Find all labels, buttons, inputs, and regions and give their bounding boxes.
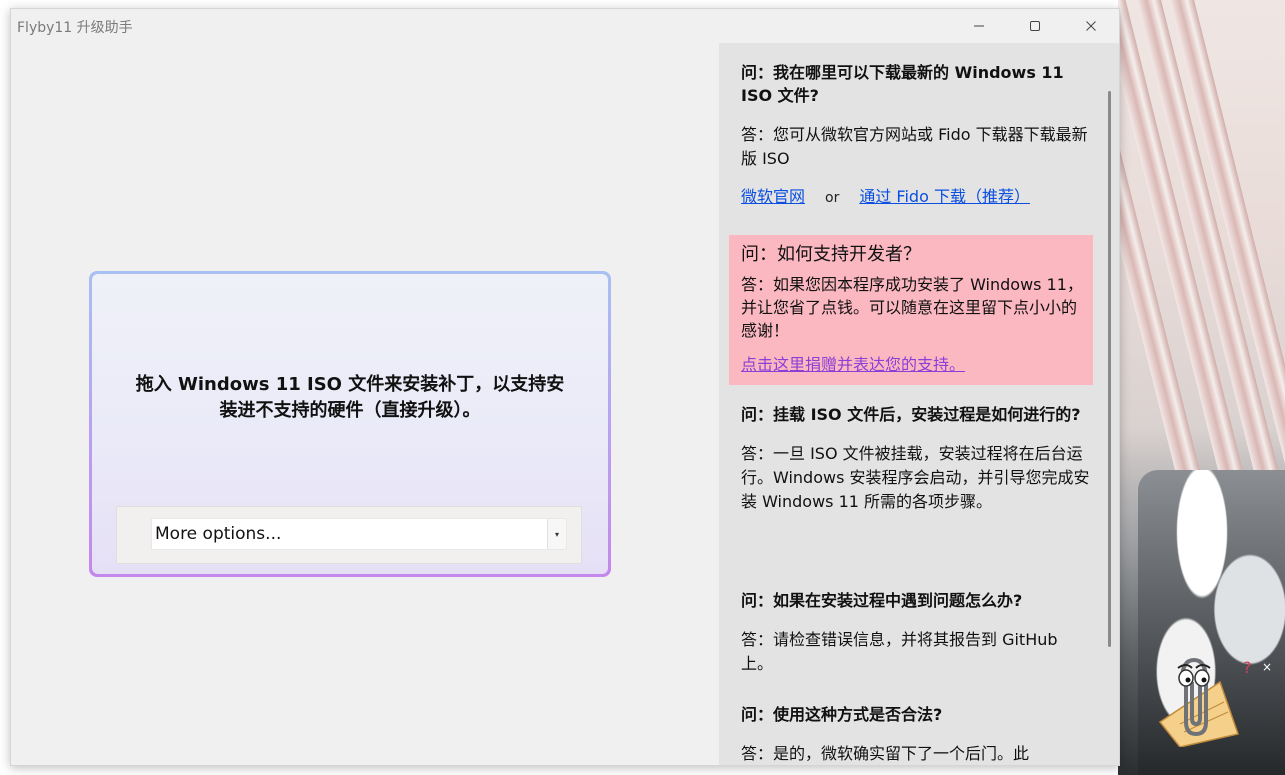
close-button[interactable]	[1063, 9, 1119, 43]
assistant-help-icon[interactable]: ?	[1243, 658, 1252, 677]
faq-item-download: 问：我在哪里可以下载最新的 Windows 11 ISO 文件? 答：您可从微软…	[741, 61, 1091, 210]
faq-question: 问：我在哪里可以下载最新的 Windows 11 ISO 文件?	[741, 63, 1064, 105]
more-options-dropdown[interactable]: More options... ▾	[151, 518, 567, 550]
donate-link[interactable]: 点击这里捐赠并表达您的支持。	[741, 351, 965, 375]
app-window: Flyby11 升级助手 拖入 Windows 11 ISO 文件来安装补丁，以…	[10, 8, 1120, 766]
more-options-value: More options...	[155, 524, 282, 544]
faq-panel[interactable]: 问：我在哪里可以下载最新的 Windows 11 ISO 文件? 答：您可从微软…	[719, 43, 1119, 765]
options-panel: More options... ▾	[116, 506, 582, 564]
iso-drop-zone[interactable]: 拖入 Windows 11 ISO 文件来安装补丁，以支持安装进不支持的硬件（直…	[89, 271, 611, 577]
faq-scrollbar[interactable]	[1108, 91, 1111, 647]
close-icon	[1086, 21, 1096, 31]
drop-area-pane: 拖入 Windows 11 ISO 文件来安装补丁，以支持安装进不支持的硬件（直…	[11, 43, 719, 765]
faq-item-legality: 问：使用这种方式是否合法? 答：是的，微软确实留下了一个后门。此	[741, 703, 1091, 765]
maximize-icon	[1030, 21, 1040, 31]
faq-answer: 答：是的，微软确实留下了一个后门。此	[741, 744, 1030, 763]
minimize-button[interactable]	[951, 9, 1007, 43]
assistant-close-icon[interactable]: ×	[1262, 660, 1272, 674]
faq-question: 问：如何支持开发者？	[741, 244, 921, 265]
or-separator: or	[825, 190, 840, 206]
faq-question: 问：如果在安装过程中遇到问题怎么办?	[741, 591, 1023, 610]
title-bar[interactable]: Flyby11 升级助手	[11, 9, 1119, 43]
faq-answer: 答：如果您因本程序成功安装了 Windows 11，并让您省了点钱。可以随意在这…	[741, 275, 1083, 340]
donate-section: 问：如何支持开发者？ 答：如果您因本程序成功安装了 Windows 11，并让您…	[729, 235, 1093, 385]
fido-download-link[interactable]: 通过 Fido 下载（推荐）	[859, 187, 1030, 206]
faq-item-problems: 问：如果在安装过程中遇到问题怎么办? 答：请检查错误信息，并将其报告到 GitH…	[741, 589, 1091, 676]
drop-instruction: 拖入 Windows 11 ISO 文件来安装补丁，以支持安装进不支持的硬件（直…	[135, 374, 565, 421]
download-links: 微软官网 or 通过 Fido 下载（推荐）	[741, 185, 1091, 210]
maximize-button[interactable]	[1007, 9, 1063, 43]
faq-item-install-process: 问：挂载 ISO 文件后，安装过程是如何进行的? 答：一旦 ISO 文件被挂载，…	[741, 403, 1091, 514]
faq-answer: 答：您可从微软官方网站或 Fido 下载器下载最新版 ISO	[741, 125, 1088, 168]
paperclip-assistant-icon[interactable]	[1150, 652, 1240, 747]
desktop: ? × Flyby11 升级助手 拖入 Windows 11 ISO 文件来安装…	[0, 0, 1285, 775]
window-title: Flyby11 升级助手	[17, 20, 133, 36]
faq-answer: 答：请检查错误信息，并将其报告到 GitHub 上。	[741, 630, 1058, 673]
faq-answer: 答：一旦 ISO 文件被挂载，安装过程将在后台运行。Windows 安装程序会启…	[741, 444, 1090, 511]
microsoft-site-link[interactable]: 微软官网	[741, 187, 805, 206]
minimize-icon	[974, 25, 984, 27]
faq-question: 问：使用这种方式是否合法?	[741, 705, 943, 724]
chevron-down-icon[interactable]: ▾	[547, 519, 566, 549]
faq-question: 问：挂载 ISO 文件后，安装过程是如何进行的?	[741, 405, 1081, 424]
